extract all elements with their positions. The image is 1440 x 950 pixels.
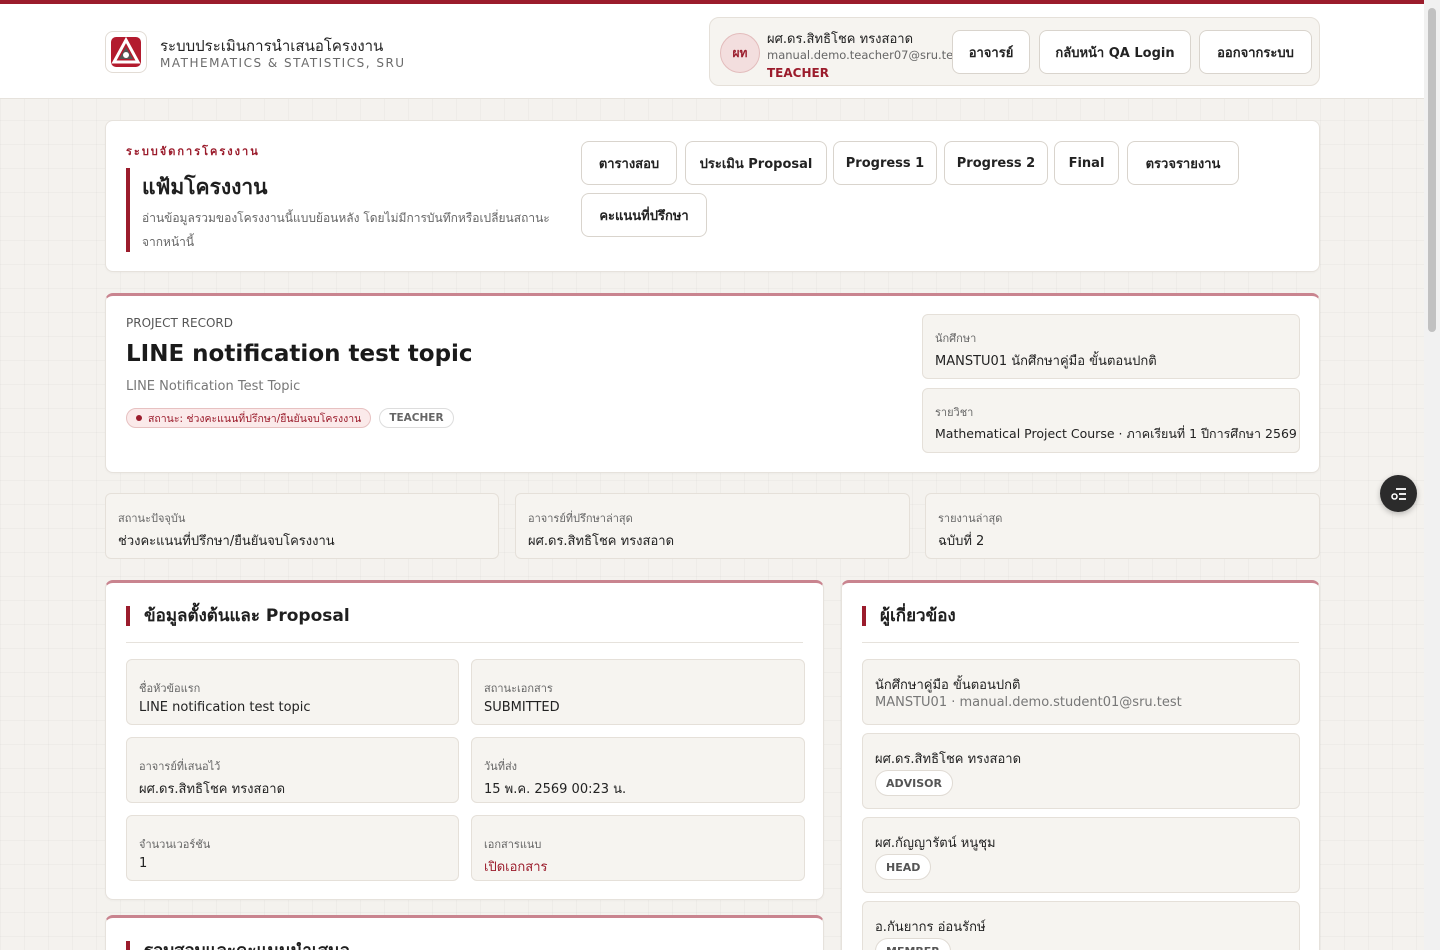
summary-latest-report: รายงานล่าสุด ฉบับที่ 2 xyxy=(925,493,1320,559)
open-document-link[interactable]: เปิดเอกสาร xyxy=(484,856,547,877)
page-title: แฟ้มโครงงาน xyxy=(142,175,268,199)
field-value: SUBMITTED xyxy=(484,700,560,715)
nav-progress-1[interactable]: Progress 1 xyxy=(833,141,937,185)
status-dot-icon xyxy=(136,415,142,421)
scrollbar-thumb[interactable] xyxy=(1428,8,1436,332)
summary-value: ฉบับที่ 2 xyxy=(938,534,985,549)
menu-list-icon xyxy=(1390,487,1406,500)
student-field: นักศึกษา MANSTU01 นักศึกษาคู่มือ ขั้นตอน… xyxy=(922,314,1300,379)
app-logo xyxy=(105,31,147,73)
person-name: อ.กันยากร อ่อนรักษ์ xyxy=(875,920,986,935)
summary-label: รายงานล่าสุด xyxy=(938,512,1003,525)
person-name: ผศ.ดร.สิทธิโชค ทรงสอาด xyxy=(875,752,1022,767)
proposal-field: วันที่ส่ง 15 พ.ค. 2569 00:23 น. xyxy=(471,737,805,803)
exam-rounds-card: รอบสอบและคะแนนนำเสนอ xyxy=(105,915,824,950)
section-divider xyxy=(862,642,1299,643)
nav-proposal[interactable]: ประเมิน Proposal xyxy=(685,141,827,185)
exam-rounds-section-title: รอบสอบและคะแนนนำเสนอ xyxy=(126,941,350,950)
course-value: Mathematical Project Course · ภาคเรียนที… xyxy=(935,426,1297,441)
proposal-field: ชื่อหัวข้อแรก LINE notification test top… xyxy=(126,659,459,725)
person-role-badge: ADVISOR xyxy=(875,770,953,796)
summary-current-status: สถานะปัจจุบัน ช่วงคะแนนที่ปรึกษา/ยืนยันจ… xyxy=(105,493,499,559)
field-label: จำนวนเวอร์ชัน xyxy=(139,838,211,851)
proposal-field: เอกสารแนบ เปิดเอกสาร xyxy=(471,815,805,881)
status-badge-label: สถานะ: ช่วงคะแนนที่ปรึกษา/ยืนยันจบโครงงา… xyxy=(148,412,362,425)
field-label: อาจารย์ที่เสนอไว้ xyxy=(139,760,221,773)
proposal-section-title: ข้อมูลตั้งต้นและ Proposal xyxy=(126,606,350,626)
record-eyebrow: PROJECT RECORD xyxy=(126,316,233,330)
role-badge: TEACHER xyxy=(379,408,454,428)
field-value: LINE notification test topic xyxy=(139,700,311,715)
summary-latest-advisor: อาจารย์ที่ปรึกษาล่าสุด ผศ.ดร.สิทธิโชค ทร… xyxy=(515,493,910,559)
nav-final[interactable]: Final xyxy=(1054,141,1119,185)
student-label: นักศึกษา xyxy=(935,332,977,345)
app-header: ระบบประเมินการนำเสนอโครงงาน MATHEMATICS … xyxy=(0,4,1424,99)
field-value: 15 พ.ค. 2569 00:23 น. xyxy=(484,782,627,797)
app-title: ระบบประเมินการนำเสนอโครงงาน xyxy=(160,37,384,55)
user-role: TEACHER xyxy=(767,66,829,80)
status-badge: สถานะ: ช่วงคะแนนที่ปรึกษา/ยืนยันจบโครงงา… xyxy=(126,408,372,428)
project-subtitle: LINE Notification Test Topic xyxy=(126,379,301,394)
person-name: ผศ.กัญญารัตน์ หนูชุม xyxy=(875,836,996,851)
summary-value: ผศ.ดร.สิทธิโชค ทรงสอาด xyxy=(528,534,675,549)
app-subtitle: MATHEMATICS & STATISTICS, SRU xyxy=(160,56,406,70)
intro-description-cont: จากหน้านี้ xyxy=(142,235,195,249)
course-label: รายวิชา xyxy=(935,406,974,419)
person-head: ผศ.กัญญารัตน์ หนูชุม HEAD xyxy=(862,817,1300,893)
page-scrollbar[interactable] xyxy=(1424,0,1440,950)
qa-login-button[interactable]: กลับหน้า QA Login xyxy=(1039,30,1191,74)
teacher-button[interactable]: อาจารย์ xyxy=(952,30,1030,74)
nav-advisor-score[interactable]: คะแนนที่ปรึกษา xyxy=(581,193,707,237)
project-title: LINE notification test topic xyxy=(126,341,473,367)
floating-menu-button[interactable] xyxy=(1380,475,1417,512)
intro-eyebrow: ระบบจัดการโครงงาน xyxy=(126,145,260,158)
proposal-field: สถานะเอกสาร SUBMITTED xyxy=(471,659,805,725)
nav-progress-2[interactable]: Progress 2 xyxy=(944,141,1048,185)
field-label: เอกสารแนบ xyxy=(484,838,542,851)
summary-value: ช่วงคะแนนที่ปรึกษา/ยืนยันจบโครงงาน xyxy=(118,534,335,549)
person-detail: MANSTU01 · manual.demo.student01@sru.tes… xyxy=(875,695,1182,710)
people-card: ผู้เกี่ยวข้อง นักศึกษาคู่มือ ขั้นตอนปกติ… xyxy=(841,580,1320,950)
intro-accent-bar xyxy=(126,168,130,252)
user-email: manual.demo.teacher07@sru.test xyxy=(767,48,964,62)
person-role-badge: MEMBER xyxy=(875,938,951,950)
person-student: นักศึกษาคู่มือ ขั้นตอนปกติ MANSTU01 · ma… xyxy=(862,659,1300,725)
logout-button[interactable]: ออกจากระบบ xyxy=(1199,30,1312,74)
person-name: นักศึกษาคู่มือ ขั้นตอนปกติ xyxy=(875,678,1021,693)
person-member: อ.กันยากร อ่อนรักษ์ MEMBER xyxy=(862,901,1300,950)
summary-label: สถานะปัจจุบัน xyxy=(118,512,186,525)
avatar: ผท xyxy=(720,33,760,73)
field-label: ชื่อหัวข้อแรก xyxy=(139,682,201,695)
intro-card: ระบบจัดการโครงงาน แฟ้มโครงงาน อ่านข้อมูล… xyxy=(105,120,1320,272)
proposal-field: อาจารย์ที่เสนอไว้ ผศ.ดร.สิทธิโชค ทรงสอาด xyxy=(126,737,459,803)
summary-label: อาจารย์ที่ปรึกษาล่าสุด xyxy=(528,512,633,525)
proposal-card: ข้อมูลตั้งต้นและ Proposal ชื่อหัวข้อแรก … xyxy=(105,580,824,900)
record-pills: สถานะ: ช่วงคะแนนที่ปรึกษา/ยืนยันจบโครงงา… xyxy=(126,408,454,428)
user-panel: ผท ผศ.ดร.สิทธิโชค ทรงสอาด manual.demo.te… xyxy=(709,17,1320,86)
people-section-title: ผู้เกี่ยวข้อง xyxy=(862,606,956,626)
field-value: 1 xyxy=(139,856,148,871)
field-label: สถานะเอกสาร xyxy=(484,682,553,695)
project-record-card: PROJECT RECORD LINE notification test to… xyxy=(105,293,1320,473)
field-value: ผศ.ดร.สิทธิโชค ทรงสอาด xyxy=(139,782,286,797)
section-divider xyxy=(126,642,803,643)
nav-exam-schedule[interactable]: ตารางสอบ xyxy=(581,141,677,185)
person-advisor: ผศ.ดร.สิทธิโชค ทรงสอาด ADVISOR xyxy=(862,733,1300,809)
intro-description: อ่านข้อมูลรวมของโครงงานนี้แบบย้อนหลัง โด… xyxy=(142,211,550,225)
person-role-badge: HEAD xyxy=(875,854,932,880)
user-name: ผศ.ดร.สิทธิโชค ทรงสอาด xyxy=(767,32,914,47)
nav-report-review[interactable]: ตรวจรายงาน xyxy=(1127,141,1239,185)
student-value: MANSTU01 นักศึกษาคู่มือ ขั้นตอนปกติ xyxy=(935,354,1157,369)
proposal-field: จำนวนเวอร์ชัน 1 xyxy=(126,815,459,881)
field-label: วันที่ส่ง xyxy=(484,760,518,773)
course-field: รายวิชา Mathematical Project Course · ภา… xyxy=(922,388,1300,453)
